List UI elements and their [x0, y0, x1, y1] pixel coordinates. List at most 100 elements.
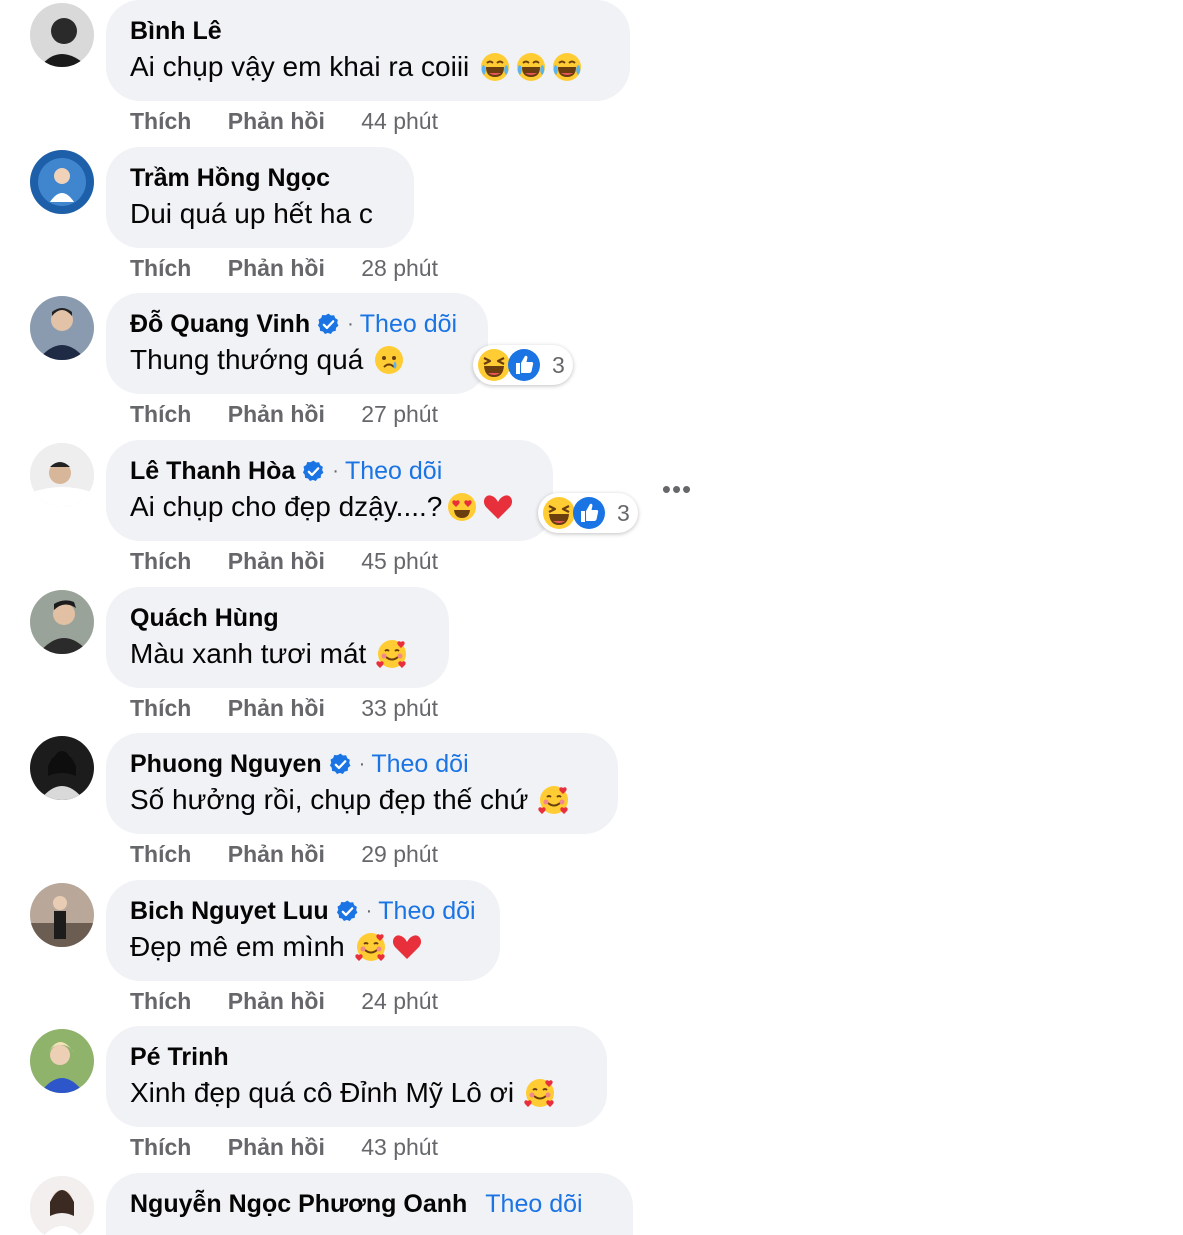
reply-button[interactable]: Phản hồi: [228, 108, 325, 134]
timestamp[interactable]: 43 phút: [361, 1134, 438, 1160]
like-button[interactable]: Thích: [130, 695, 191, 721]
laughing-emoji-icon: [515, 51, 547, 83]
comment-item: Nguyễn Ngọc Phương Oanh Theo dõi: [0, 1173, 1183, 1235]
sad-emoji-icon: [373, 344, 405, 376]
like-button[interactable]: Thích: [130, 255, 191, 281]
avatar[interactable]: [30, 1176, 94, 1235]
commenter-name[interactable]: Pé Trinh: [130, 1041, 229, 1073]
comment-bubble: Trầm Hồng Ngọc Dui quá up hết ha c: [106, 147, 414, 248]
comment-item: Lê Thanh Hòa · Theo dõi Ai chụp cho đẹp …: [0, 440, 1183, 587]
timestamp[interactable]: 44 phút: [361, 108, 438, 134]
like-button[interactable]: Thích: [130, 548, 191, 574]
avatar[interactable]: [30, 883, 94, 947]
comment-bubble: Phuong Nguyen · Theo dõi Số hưởng rồi, c…: [106, 733, 618, 834]
comment-item: Bình Lê Ai chụp vậy em khai ra coiii Thí…: [0, 0, 1183, 147]
separator-dot: ·: [365, 900, 373, 922]
more-options-button[interactable]: •••: [660, 472, 694, 506]
comment-actions: Thích Phản hồi 33 phút: [130, 693, 438, 723]
timestamp[interactable]: 29 phút: [361, 841, 438, 867]
commenter-name[interactable]: Lê Thanh Hòa: [130, 455, 295, 487]
commenter-name[interactable]: Phuong Nguyen: [130, 748, 322, 780]
comment-item: Quách Hùng Màu xanh tươi mát Thích Phản …: [0, 587, 1183, 734]
avatar[interactable]: [30, 1029, 94, 1093]
like-button[interactable]: Thích: [130, 108, 191, 134]
comment-bubble: Lê Thanh Hòa · Theo dõi Ai chụp cho đẹp …: [106, 440, 553, 541]
heart-eyes-emoji-icon: [446, 491, 478, 523]
comment-actions: Thích Phản hồi 29 phút: [130, 839, 438, 869]
avatar[interactable]: [30, 296, 94, 360]
commenter-name[interactable]: Nguyễn Ngọc Phương Oanh: [130, 1188, 467, 1220]
commenter-name[interactable]: Bich Nguyet Luu: [130, 895, 329, 927]
avatar[interactable]: [30, 590, 94, 654]
comment-item: Bich Nguyet Luu · Theo dõi Đẹp mê em mìn…: [0, 880, 1183, 1027]
timestamp[interactable]: 27 phút: [361, 401, 438, 427]
comment-text: Màu xanh tươi mát: [130, 638, 367, 669]
commenter-name[interactable]: Trầm Hồng Ngọc: [130, 162, 330, 194]
timestamp[interactable]: 33 phút: [361, 695, 438, 721]
comment-actions: Thích Phản hồi 44 phút: [130, 106, 438, 136]
avatar[interactable]: [30, 443, 94, 507]
commenter-name[interactable]: Đỗ Quang Vinh: [130, 308, 310, 340]
reply-button[interactable]: Phản hồi: [228, 255, 325, 281]
comment-actions: Thích Phản hồi 24 phút: [130, 986, 438, 1016]
like-button[interactable]: Thích: [130, 988, 191, 1014]
comment-text: Ai chụp vậy em khai ra coiii: [130, 51, 470, 82]
reaction-summary[interactable]: 3: [538, 493, 638, 533]
avatar[interactable]: [30, 736, 94, 800]
comment-bubble: Quách Hùng Màu xanh tươi mát: [106, 587, 449, 688]
like-button[interactable]: Thích: [130, 1134, 191, 1160]
laughing-emoji-icon: [479, 51, 511, 83]
comment-actions: Thích Phản hồi 27 phút: [130, 399, 438, 429]
follow-button[interactable]: Theo dõi: [345, 455, 442, 487]
comment-item: Đỗ Quang Vinh · Theo dõi Thung thướng qu…: [0, 293, 1183, 440]
comment-item: Phuong Nguyen · Theo dõi Số hưởng rồi, c…: [0, 733, 1183, 880]
smiling-hearts-emoji-icon: [538, 784, 570, 816]
follow-button[interactable]: Theo dõi: [485, 1188, 582, 1220]
comment-text: Xinh đẹp quá cô Đỉnh Mỹ Lô ơi: [130, 1077, 515, 1108]
reaction-count: 3: [617, 499, 630, 526]
separator-dot: ·: [358, 753, 366, 775]
smiling-hearts-emoji-icon: [376, 638, 408, 670]
laughing-emoji-icon: [551, 51, 583, 83]
reply-button[interactable]: Phản hồi: [228, 841, 325, 867]
separator-dot: ·: [347, 313, 354, 335]
reaction-summary[interactable]: 3: [473, 345, 573, 385]
timestamp[interactable]: 28 phút: [361, 255, 438, 281]
reply-button[interactable]: Phản hồi: [228, 548, 325, 574]
timestamp[interactable]: 45 phút: [361, 548, 438, 574]
follow-button[interactable]: Theo dõi: [378, 895, 475, 927]
reply-button[interactable]: Phản hồi: [228, 695, 325, 721]
timestamp[interactable]: 24 phút: [361, 988, 438, 1014]
comment-text: Đẹp mê em mình: [130, 931, 345, 962]
verified-badge-icon: [301, 459, 326, 484]
reply-button[interactable]: Phản hồi: [228, 988, 325, 1014]
follow-button[interactable]: Theo dõi: [371, 748, 468, 780]
comment-text: Dui quá up hết ha c: [130, 198, 373, 229]
heart-icon: [391, 931, 423, 963]
smiling-hearts-emoji-icon: [524, 1077, 556, 1109]
comment-bubble: Đỗ Quang Vinh · Theo dõi Thung thướng qu…: [106, 293, 488, 394]
smiling-hearts-emoji-icon: [355, 931, 387, 963]
commenter-name[interactable]: Quách Hùng: [130, 602, 279, 634]
reply-button[interactable]: Phản hồi: [228, 401, 325, 427]
follow-button[interactable]: Theo dõi: [360, 308, 457, 340]
like-button[interactable]: Thích: [130, 401, 191, 427]
commenter-name[interactable]: Bình Lê: [130, 15, 222, 47]
reply-button[interactable]: Phản hồi: [228, 1134, 325, 1160]
comment-actions: Thích Phản hồi 45 phút: [130, 546, 438, 576]
verified-badge-icon: [328, 752, 353, 777]
verified-badge-icon: [335, 899, 360, 924]
verified-badge-icon: [316, 312, 341, 337]
comment-item: Pé Trinh Xinh đẹp quá cô Đỉnh Mỹ Lô ơi T…: [0, 1026, 1183, 1173]
like-reaction-icon: [506, 347, 542, 383]
avatar[interactable]: [30, 150, 94, 214]
comment-text: Số hưởng rồi, chụp đẹp thế chứ: [130, 784, 529, 815]
avatar[interactable]: [30, 3, 94, 67]
comment-actions: Thích Phản hồi 43 phút: [130, 1132, 438, 1162]
comment-text: Thung thướng quá: [130, 344, 364, 375]
comment-bubble: Pé Trinh Xinh đẹp quá cô Đỉnh Mỹ Lô ơi: [106, 1026, 607, 1127]
comment-item: Trầm Hồng Ngọc Dui quá up hết ha c Thích…: [0, 147, 1183, 294]
comment-bubble: Bich Nguyet Luu · Theo dõi Đẹp mê em mìn…: [106, 880, 500, 981]
like-button[interactable]: Thích: [130, 841, 191, 867]
heart-icon: [482, 491, 514, 523]
